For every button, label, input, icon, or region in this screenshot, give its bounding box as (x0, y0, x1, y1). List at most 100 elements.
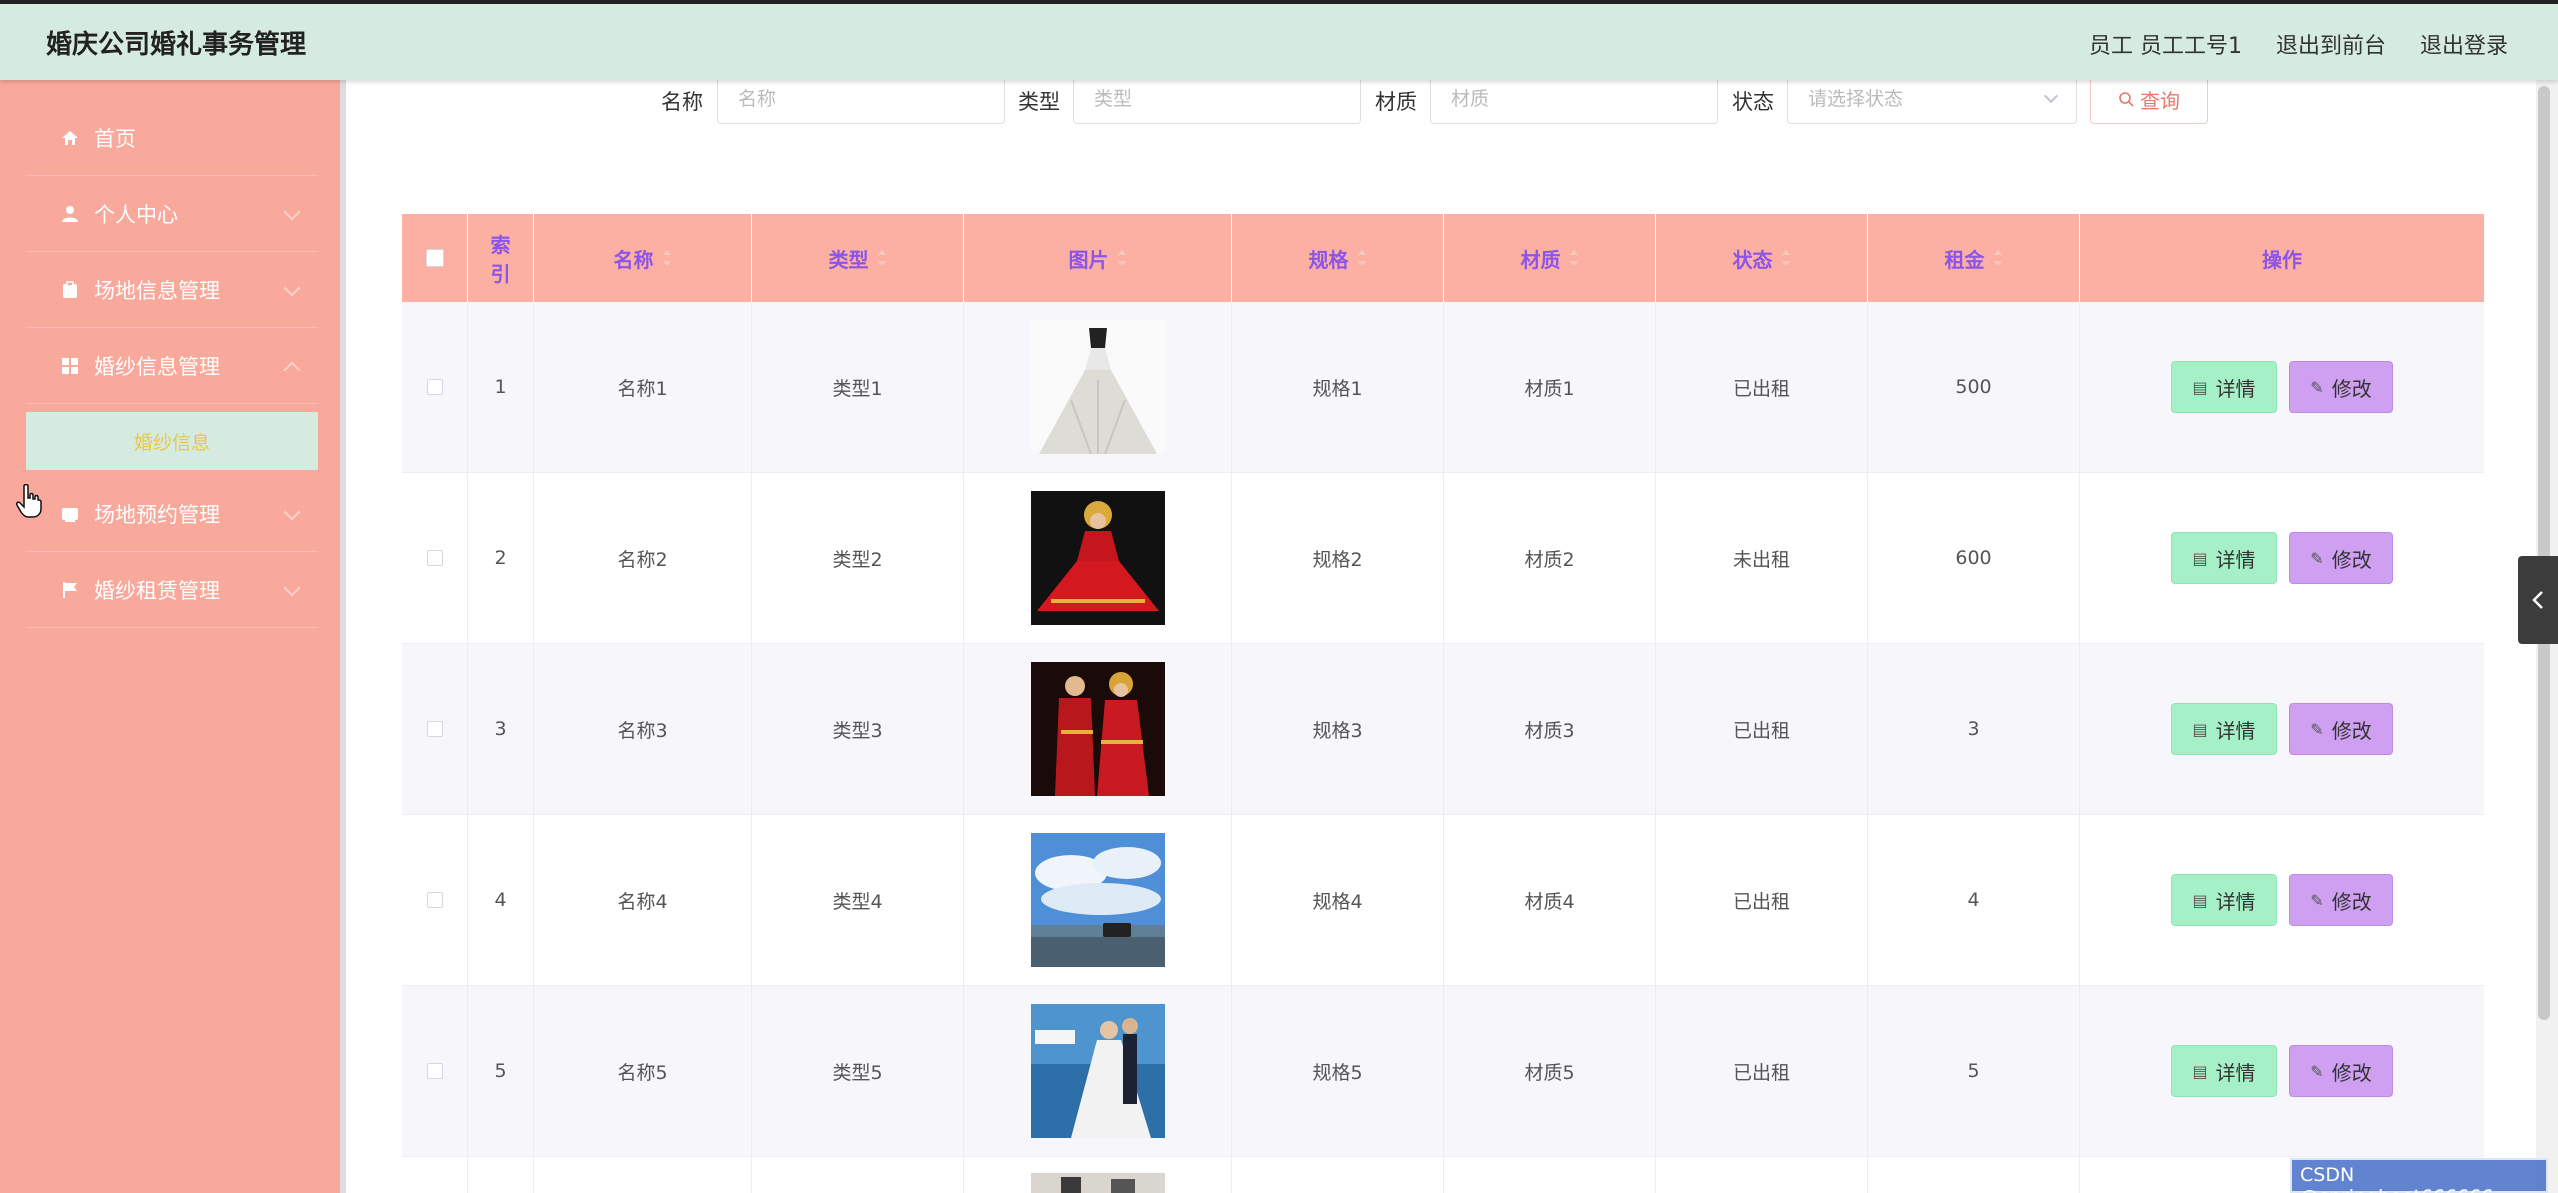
dress-thumbnail[interactable] (1030, 833, 1165, 967)
cell-image (964, 644, 1232, 814)
cell-material: 材质3 (1444, 644, 1656, 814)
cell-actions: ▤ 详情 ✎ 修改 (2080, 986, 2484, 1156)
pencil-icon: ✎ (2310, 890, 2324, 910)
detail-button[interactable]: ▤ 详情 (2171, 874, 2277, 926)
col-image-label: 图片 (1068, 247, 1109, 272)
cell-spec: 规格4 (1232, 815, 1444, 985)
sidebar-item-venue-booking[interactable]: 场地预约管理 (26, 476, 318, 552)
edit-button[interactable]: ✎ 修改 (2289, 361, 2393, 413)
cell-index: 3 (468, 644, 534, 814)
cell-image (964, 473, 1232, 643)
table-row: 3 名称3 类型3 规格3 材质3 已出租 3 ▤ 详情 ✎ 修改 (402, 644, 2484, 815)
detail-button[interactable]: ▤ 详情 (2171, 361, 2277, 413)
row-select-cell (402, 815, 468, 985)
col-image[interactable]: 图片 (964, 214, 1232, 302)
sidebar-item-label: 婚纱租赁管理 (94, 578, 220, 603)
edit-button-label: 修改 (2331, 547, 2372, 572)
cell-status: 已出租 (1656, 815, 1868, 985)
dress-thumbnail[interactable] (1030, 1173, 1165, 1193)
cell-name: 名称3 (534, 644, 752, 814)
grid-icon (60, 356, 80, 376)
edit-button-label: 修改 (2331, 718, 2372, 743)
edit-button[interactable]: ✎ 修改 (2289, 532, 2393, 584)
sidebar-item-profile[interactable]: 个人中心 (26, 176, 318, 252)
material-filter-input[interactable]: 材质 (1430, 74, 1718, 124)
sidebar-item-dress-rental[interactable]: 婚纱租赁管理 (26, 552, 318, 628)
cell-spec: 规格5 (1232, 986, 1444, 1156)
dress-thumbnail[interactable] (1030, 491, 1165, 625)
vertical-scrollbar[interactable] (2538, 86, 2550, 1020)
table-row: 5 名称5 类型5 规格5 材质5 已出租 5 ▤ 详情 ✎ 修改 (402, 986, 2484, 1157)
search-bar: 名称 名称 类型 类型 材质 材质 状态 请选择状态 查询 (346, 74, 2536, 150)
col-status-label: 状态 (1732, 247, 1773, 272)
row-select-cell (402, 986, 468, 1156)
col-type[interactable]: 类型 (752, 214, 964, 302)
detail-button-label: 详情 (2215, 376, 2256, 401)
header-actions: 员工 员工工号1 退出到前台 退出登录 (2089, 28, 2508, 60)
sidebar-item-label: 个人中心 (94, 202, 178, 227)
query-button-label: 查询 (2140, 88, 2180, 113)
edit-button[interactable]: ✎ 修改 (2289, 703, 2393, 755)
sidebar-item-home[interactable]: 首页 (26, 100, 318, 176)
col-spec[interactable]: 规格 (1232, 214, 1444, 302)
col-material[interactable]: 材质 (1444, 214, 1656, 302)
detail-button[interactable]: ▤ 详情 (2171, 1045, 2277, 1097)
col-rent[interactable]: 租金 (1868, 214, 2080, 302)
edit-button[interactable]: ✎ 修改 (2289, 1045, 2393, 1097)
sort-icon (1357, 250, 1367, 266)
row-checkbox[interactable] (426, 550, 443, 566)
document-icon: ▤ (2192, 1061, 2208, 1081)
table-row (402, 1157, 2484, 1193)
cell-name: 名称2 (534, 473, 752, 643)
main-content: 名称 名称 类型 类型 材质 材质 状态 请选择状态 查询 索引 名称 类型 图… (346, 74, 2536, 1193)
cell-rent: 600 (1868, 473, 2080, 643)
sidebar-item-venue-info[interactable]: 场地信息管理 (26, 252, 318, 328)
app-title: 婚庆公司婚礼事务管理 (46, 30, 307, 60)
app-root: 婚庆公司婚礼事务管理 员工 员工工号1 退出到前台 退出登录 首页 个人中心 场… (0, 0, 2558, 1193)
logout-link[interactable]: 退出登录 (2420, 28, 2508, 60)
cell-rent: 3 (1868, 644, 2080, 814)
row-checkbox[interactable] (426, 892, 443, 908)
query-button[interactable]: 查询 (2090, 74, 2208, 124)
row-checkbox[interactable] (426, 721, 443, 737)
sort-icon (1569, 250, 1579, 266)
chevron-down-icon (283, 503, 301, 521)
sidebar-subitem-dress-info[interactable]: 婚纱信息 (26, 412, 318, 470)
cell-material: 材质5 (1444, 986, 1656, 1156)
table-header: 索引 名称 类型 图片 规格 材质 状态 租金 操作 (402, 214, 2484, 302)
col-name[interactable]: 名称 (534, 214, 752, 302)
cell-index: 1 (468, 302, 534, 472)
sidebar-menu: 首页 个人中心 场地信息管理 婚纱信息管理 婚纱信息 场地预约管理 婚纱租赁管理 (26, 100, 318, 628)
row-checkbox[interactable] (426, 379, 443, 395)
select-all-checkbox[interactable] (425, 249, 444, 267)
cell-status: 已出租 (1656, 644, 1868, 814)
row-checkbox[interactable] (426, 1063, 443, 1079)
detail-button[interactable]: ▤ 详情 (2171, 703, 2277, 755)
dress-thumbnail[interactable] (1030, 320, 1165, 454)
status-filter-select[interactable]: 请选择状态 (1787, 74, 2077, 124)
dress-thumbnail[interactable] (1030, 662, 1165, 796)
hand-cursor-icon (16, 483, 42, 527)
sidebar-item-dress-info[interactable]: 婚纱信息管理 (26, 328, 318, 404)
edit-button[interactable]: ✎ 修改 (2289, 874, 2393, 926)
pencil-icon: ✎ (2310, 1061, 2324, 1081)
document-icon: ▤ (2192, 377, 2208, 397)
edit-button-label: 修改 (2331, 1060, 2372, 1085)
collapse-panel-button[interactable] (2518, 556, 2558, 644)
cell-type: 类型2 (752, 473, 964, 643)
cell-status (1656, 1157, 1868, 1193)
detail-button[interactable]: ▤ 详情 (2171, 532, 2277, 584)
document-icon: ▤ (2192, 890, 2208, 910)
select-all-cell (402, 214, 468, 302)
name-filter-input[interactable]: 名称 (717, 74, 1005, 124)
back-to-frontend-link[interactable]: 退出到前台 (2276, 28, 2386, 60)
type-filter-input[interactable]: 类型 (1073, 74, 1361, 124)
col-status[interactable]: 状态 (1656, 214, 1868, 302)
sort-icon (1993, 250, 2003, 266)
cell-material (1444, 1157, 1656, 1193)
col-actions: 操作 (2262, 247, 2302, 272)
dress-thumbnail[interactable] (1030, 1004, 1165, 1138)
top-header: 婚庆公司婚礼事务管理 员工 员工工号1 退出到前台 退出登录 (0, 0, 2558, 80)
col-index: 索引 (468, 214, 534, 302)
edit-button-label: 修改 (2331, 376, 2372, 401)
